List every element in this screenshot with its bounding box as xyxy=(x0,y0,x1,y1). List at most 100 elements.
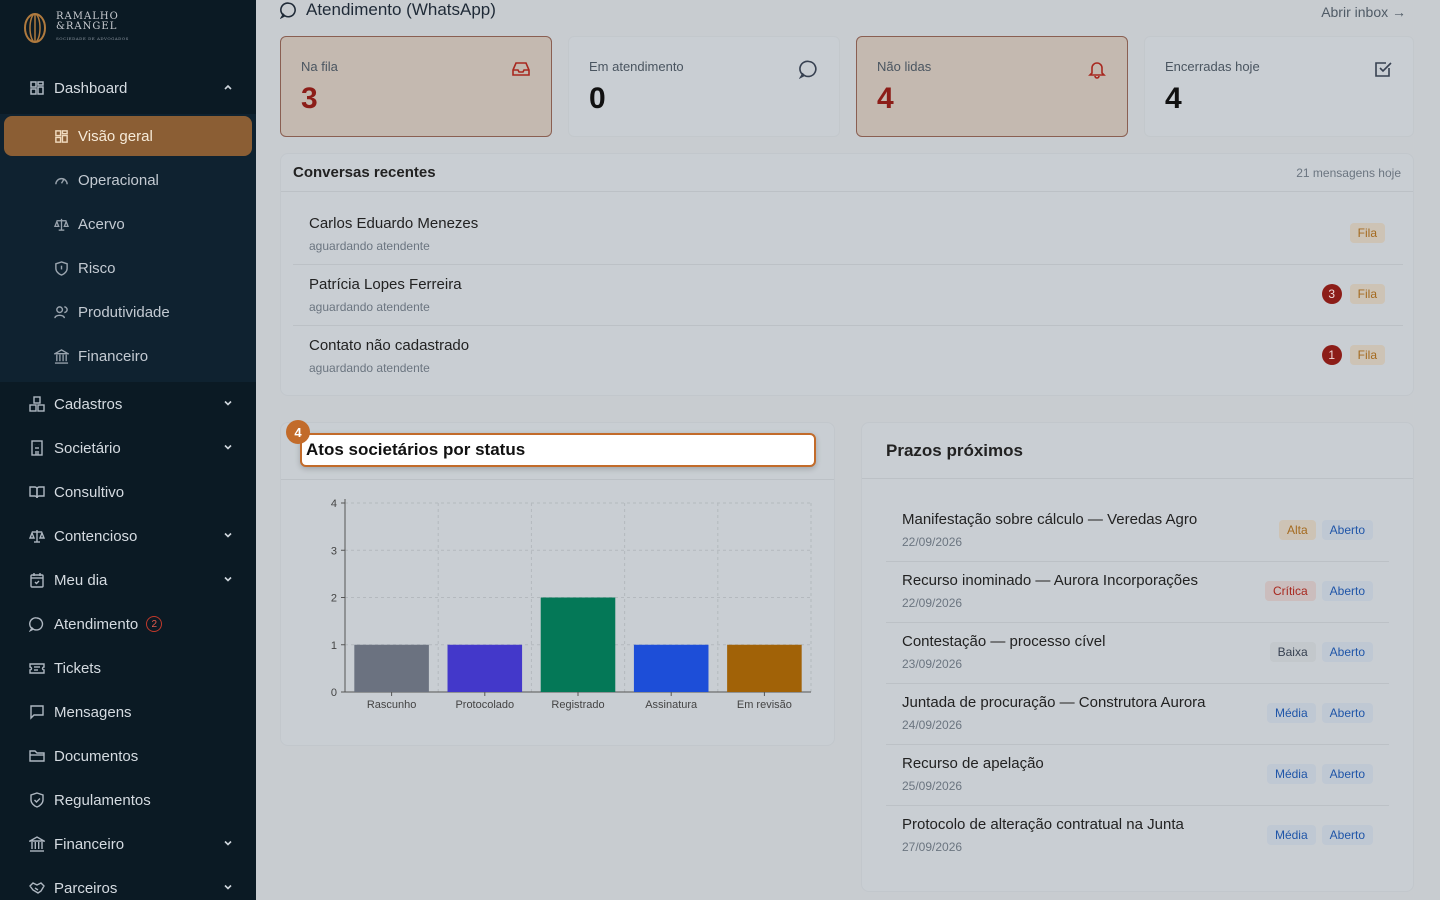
chevron-down-icon xyxy=(224,840,232,846)
deadline-row[interactable]: Juntada de procuração — Construtora Auro… xyxy=(886,684,1389,745)
stat-label: Na fila xyxy=(301,59,338,74)
stat-card-nao-lidas[interactable]: Não lidas 4 xyxy=(856,36,1128,137)
contact-name: Contato não cadastrado xyxy=(309,337,470,354)
sidebar-subitem-label: Acervo xyxy=(78,215,125,233)
sidebar-subitem-financeiro[interactable]: Financeiro xyxy=(52,336,252,376)
scale-icon xyxy=(28,527,46,545)
contact-name: Carlos Eduardo Menezes xyxy=(309,215,479,232)
bar-protocolado xyxy=(447,644,523,692)
card-header: Prazos próximos xyxy=(862,423,1413,479)
boxes-icon xyxy=(28,395,46,413)
section-title-text: Atendimento (WhatsApp) xyxy=(306,0,496,19)
card-title: Conversas recentes xyxy=(293,164,436,181)
inbox-icon xyxy=(512,62,530,76)
conversation-row[interactable]: Carlos Eduardo Menezes aguardando atende… xyxy=(293,204,1403,265)
sidebar-item-parceiros[interactable]: Parceiros xyxy=(0,868,256,900)
deadline-row[interactable]: Recurso de apelação 25/09/2026 Média Aberto xyxy=(886,745,1389,806)
bar-rascunho xyxy=(354,644,429,692)
y-tick-label: 2 xyxy=(331,593,337,605)
sidebar-item-documentos[interactable]: Documentos xyxy=(0,736,256,776)
sidebar-item-societario[interactable]: Societário xyxy=(0,428,256,468)
stat-card-em-atendimento[interactable]: Em atendimento 0 xyxy=(568,36,840,137)
deadline-title: Manifestação sobre cálculo — Veredas Agr… xyxy=(902,511,1198,528)
y-tick-label: 0 xyxy=(331,687,337,699)
stat-label: Em atendimento xyxy=(589,59,684,74)
stat-label: Não lidas xyxy=(877,59,932,74)
stat-card-encerradas-hoje[interactable]: Encerradas hoje 4 xyxy=(1144,36,1414,137)
building-icon xyxy=(28,439,46,457)
sidebar-item-mensagens[interactable]: Mensagens xyxy=(0,692,256,732)
queue-badge: Fila xyxy=(1349,284,1385,304)
deadline-title: Juntada de procuração — Construtora Auro… xyxy=(902,694,1206,711)
card-header: Conversas recentes 21 mensagens hoje xyxy=(281,154,1413,192)
x-tick-label: Assinatura xyxy=(645,699,698,711)
sidebar-item-tickets[interactable]: Tickets xyxy=(0,648,256,688)
open-inbox-link[interactable]: Abrir inbox → xyxy=(1321,4,1406,20)
deadline-row[interactable]: Protocolo de alteração contratual na Jun… xyxy=(886,806,1389,867)
conversation-row[interactable]: Contato não cadastrado aguardando atende… xyxy=(293,326,1403,387)
status-badge: Aberto xyxy=(1321,825,1373,845)
sidebar-item-consultivo[interactable]: Consultivo xyxy=(0,472,256,512)
sidebar-item-label: Documentos xyxy=(54,747,139,765)
brand-tagline: SOCIEDADE DE ADVOGADOS xyxy=(56,36,129,41)
sidebar-subitem-operacional[interactable]: Operacional xyxy=(52,160,252,200)
shield-icon xyxy=(52,259,70,277)
sidebar-item-atendimento[interactable]: Atendimento 2 xyxy=(0,604,256,644)
sidebar-item-label: Parceiros xyxy=(54,879,118,897)
deadline-row[interactable]: Contestação — processo cível 23/09/2026 Ba… xyxy=(886,623,1389,684)
deadline-date: 22/09/2026 xyxy=(902,535,963,549)
shield-check-icon xyxy=(28,791,46,809)
contact-name: Patrícia Lopes Ferreira xyxy=(309,276,462,293)
bar-registrado xyxy=(540,597,616,692)
deadline-row[interactable]: Recurso inominado — Aurora Incorporações… xyxy=(886,562,1389,623)
sidebar-item-regulamentos[interactable]: Regulamentos xyxy=(0,780,256,820)
sidebar-subitem-label: Operacional xyxy=(78,171,159,189)
deadline-title: Protocolo de alteração contratual na Jun… xyxy=(902,816,1184,833)
sidebar-item-financeiro[interactable]: Financeiro xyxy=(0,824,256,864)
queue-badge: Fila xyxy=(1349,223,1385,243)
message-icon xyxy=(28,703,46,721)
sidebar-item-cadastros[interactable]: Cadastros xyxy=(0,384,256,424)
stat-card-na-fila[interactable]: Na fila 3 xyxy=(280,36,552,137)
book-icon xyxy=(28,483,46,501)
sidebar-subitem-risco[interactable]: Risco xyxy=(52,248,252,288)
conversation-row[interactable]: Patrícia Lopes Ferreira aguardando atend… xyxy=(293,265,1403,326)
brand-logo[interactable]: RAMALHO &RANGEL SOCIEDADE DE ADVOGADOS xyxy=(22,12,129,44)
deadline-row[interactable]: Manifestação sobre cálculo — Veredas Agr… xyxy=(886,501,1389,562)
sidebar-subitem-produtividade[interactable]: Produtividade xyxy=(52,292,252,332)
sidebar-item-label: Cadastros xyxy=(54,395,123,413)
chevron-down-icon xyxy=(224,444,232,450)
stat-value: 4 xyxy=(1165,82,1182,115)
brand-line2: &RANGEL xyxy=(56,21,118,32)
stat-value: 3 xyxy=(301,82,318,115)
bar-chart: 0 1 2 3 4 Rascunho Protocolado Registrado Assina… xyxy=(331,498,812,711)
card-meta: 21 mensagens hoje xyxy=(1296,165,1401,180)
y-tick-label: 4 xyxy=(331,498,337,510)
chat-icon xyxy=(799,60,817,79)
sidebar-item-label: Societário xyxy=(54,439,121,457)
priority-badge: Média xyxy=(1266,764,1316,784)
bar-em-revisão xyxy=(727,644,802,692)
y-tick-label: 1 xyxy=(331,640,337,652)
chat-icon xyxy=(280,2,296,19)
deadlines-card: Prazos próximos Manifestação sobre cálcu… xyxy=(861,422,1414,892)
sidebar-item-label: Meu dia xyxy=(54,571,108,589)
x-tick-label: Em revisão xyxy=(737,699,792,711)
deadline-date: 22/09/2026 xyxy=(902,596,963,610)
sidebar-item-meu-dia[interactable]: Meu dia xyxy=(0,560,256,600)
sidebar-subitem-label: Risco xyxy=(78,259,116,277)
chat-icon xyxy=(28,615,46,633)
status-badge: Aberto xyxy=(1321,703,1373,723)
sidebar-item-contencioso[interactable]: Contencioso xyxy=(0,516,256,556)
brand-text: RAMALHO &RANGEL SOCIEDADE DE ADVOGADOS xyxy=(56,12,129,44)
stat-value: 0 xyxy=(589,82,606,115)
sidebar-item-dashboard[interactable]: Dashboard xyxy=(0,68,256,108)
sidebar-subitem-visao-geral[interactable]: Visão geral xyxy=(4,116,252,156)
conversation-status: aguardando atendente xyxy=(309,361,430,375)
priority-badge: Média xyxy=(1266,703,1316,723)
chevron-down-icon xyxy=(224,532,232,538)
deadline-title: Recurso inominado — Aurora Incorporações xyxy=(902,572,1198,589)
sidebar-item-label: Regulamentos xyxy=(54,791,151,809)
sidebar-subitem-acervo[interactable]: Acervo xyxy=(52,204,252,244)
x-tick-label: Protocolado xyxy=(455,699,514,711)
